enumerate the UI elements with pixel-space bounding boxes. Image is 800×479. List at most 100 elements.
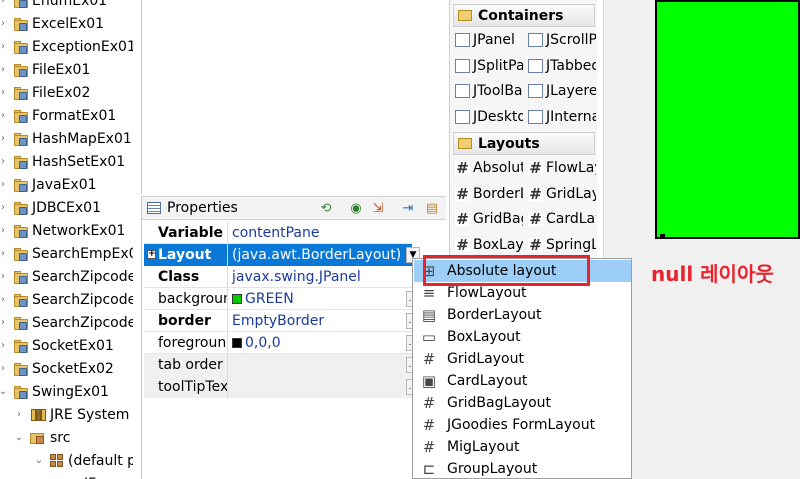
layout-option[interactable]: # MigLayout	[414, 436, 631, 458]
palette-item[interactable]: #CardLayout	[528, 208, 596, 230]
property-row[interactable]: border EmptyBorder	[144, 309, 412, 332]
tree-project-item[interactable]: › ExcelEx01	[0, 12, 104, 35]
palette-item[interactable]: #SpringLayout	[528, 234, 596, 256]
tree-project-item[interactable]: › FileEx01	[0, 58, 90, 81]
property-value[interactable]: EmptyBorder	[228, 310, 412, 332]
tree-project-item[interactable]: › SocketEx02	[0, 357, 114, 380]
chevron-right-icon[interactable]: ›	[0, 133, 10, 144]
tree-project-item[interactable]: › SearchEmpEx01	[0, 242, 133, 265]
chevron-down-icon[interactable]: ⌄	[0, 386, 10, 397]
chevron-right-icon[interactable]: ›	[0, 294, 10, 305]
chevron-right-icon[interactable]: ›	[0, 64, 10, 75]
tree-item-label: NetworkEx01	[32, 222, 126, 239]
design-canvas[interactable]	[141, 0, 445, 194]
chevron-right-icon[interactable]: ›	[0, 0, 10, 6]
palette-item[interactable]: JTabbedPane	[528, 55, 596, 77]
tree-project-item[interactable]: › EnumEx01	[0, 0, 107, 12]
tree-project-item[interactable]: › FormatEx01	[0, 104, 116, 127]
property-row[interactable]: background GREEN	[144, 287, 412, 310]
tree-project-item[interactable]: ⌄ SwingEx01	[0, 380, 109, 403]
property-row[interactable]: Class javax.swing.JPanel	[144, 265, 412, 288]
show-advanced-icon[interactable]: ⇲	[370, 202, 386, 216]
frame-preview-green-panel[interactable]	[655, 0, 800, 239]
tree-project-item[interactable]: › SearchZipcodeEx01	[0, 265, 133, 288]
layout-option[interactable]: # GridLayout	[414, 348, 631, 370]
property-row[interactable]: + Layout (java.awt.BorderLayout)	[144, 243, 412, 266]
palette-item[interactable]: #GridLayout	[528, 183, 596, 205]
chevron-right-icon[interactable]: ›	[0, 156, 10, 167]
tree-project-item[interactable]: › NetworkEx01	[0, 219, 125, 242]
tree-project-item[interactable]: › HashSetEx01	[0, 150, 125, 173]
resize-handle[interactable]	[660, 234, 665, 239]
tree-project-item[interactable]: › JavaEx01	[0, 173, 97, 196]
palette-item[interactable]: #FlowLayout	[528, 157, 596, 179]
property-value[interactable]: contentPane	[228, 222, 412, 244]
palette-item[interactable]: JScrollPane	[528, 29, 596, 51]
chevron-right-icon[interactable]: ›	[0, 248, 10, 259]
property-row[interactable]: tab order	[144, 353, 412, 376]
chevron-right-icon[interactable]: ›	[0, 271, 10, 282]
palette-category-containers[interactable]: Containers	[453, 4, 595, 27]
show-events-icon[interactable]: ⟲	[318, 202, 334, 216]
palette-item[interactable]: JInternalFrame	[528, 106, 596, 128]
property-value[interactable]: 0,0,0	[228, 332, 412, 354]
chevron-right-icon[interactable]: ›	[0, 110, 10, 121]
palette-item[interactable]: JToolBar	[455, 80, 523, 102]
chevron-right-icon[interactable]: ›	[0, 179, 10, 190]
chevron-right-icon[interactable]: ›	[0, 202, 10, 213]
palette-item[interactable]: #Absolute layout	[455, 157, 523, 179]
layout-option[interactable]: ⊏ GroupLayout	[414, 458, 631, 479]
tree-project-item[interactable]: › SocketEx01	[0, 334, 114, 357]
tree-item-jre[interactable]: › JRE System Library	[12, 403, 133, 426]
property-value[interactable]: GREEN	[228, 288, 412, 310]
property-row[interactable]: Variable contentPane	[144, 221, 412, 244]
property-value[interactable]: (java.awt.BorderLayout)	[228, 243, 412, 266]
tree-project-item[interactable]: › HashMapEx01	[0, 127, 132, 150]
property-value[interactable]: javax.swing.JPanel	[228, 266, 412, 288]
chevron-right-icon[interactable]: ›	[0, 18, 10, 29]
palette-item[interactable]: JLayeredPane	[528, 80, 596, 102]
chevron-right-icon[interactable]: ›	[0, 41, 10, 52]
palette-item[interactable]: #BorderLayout	[455, 183, 523, 205]
tree-item-label: FormatEx01	[32, 107, 117, 124]
layout-option[interactable]: # GridBagLayout	[414, 392, 631, 414]
chevron-down-icon[interactable]: ⌄	[12, 432, 26, 443]
layout-dropdown-list[interactable]: ⊞ Absolute layout ≡ FlowLayout ▤ BorderLayout…	[412, 258, 632, 479]
goto-definition-icon[interactable]: ◉	[348, 202, 364, 216]
tree-project-item[interactable]: › SearchZipcodeEx03	[0, 311, 133, 334]
property-value[interactable]	[228, 375, 412, 398]
property-value[interactable]	[228, 353, 412, 376]
property-row[interactable]: foreground 0,0,0	[144, 331, 412, 354]
tree-item-default-package[interactable]: ⌄ (default package)	[32, 449, 133, 472]
palette-item[interactable]: #BoxLayout	[455, 234, 523, 256]
layout-option[interactable]: ▭ BoxLayout	[414, 326, 631, 348]
chevron-right-icon[interactable]: ›	[0, 87, 10, 98]
layout-option[interactable]: # JGoodies FormLayout	[414, 414, 631, 436]
palette-item[interactable]: JDesktopPane	[455, 106, 523, 128]
chevron-right-icon[interactable]: ›	[0, 317, 10, 328]
tree-project-item[interactable]: › JDBCEx01	[0, 196, 101, 219]
palette-item[interactable]: JPanel	[455, 29, 523, 51]
chevron-down-icon[interactable]: ⌄	[32, 455, 46, 466]
chevron-right-icon[interactable]: ›	[12, 409, 26, 420]
layout-option[interactable]: ▣ CardLayout	[414, 370, 631, 392]
convert-local-icon[interactable]: ⇥	[400, 202, 416, 216]
layout-option[interactable]: ▤ BorderLayout	[414, 304, 631, 326]
default-values-icon[interactable]: ▤	[424, 202, 440, 216]
palette-category-layouts[interactable]: Layouts	[453, 132, 595, 155]
tree-item-java-file[interactable]: JFrame01.java	[62, 472, 133, 479]
chevron-right-icon[interactable]: ›	[0, 340, 10, 351]
tree-project-item[interactable]: › SearchZipcodeEx02	[0, 288, 133, 311]
tree-item-src[interactable]: ⌄ src	[12, 426, 71, 449]
tree-item-label: SearchZipcodeEx02	[32, 291, 133, 308]
chevron-right-icon[interactable]: ›	[0, 363, 10, 374]
tree-project-item[interactable]: › FileEx02	[0, 81, 90, 104]
palette-item[interactable]: #GridBagLayout	[455, 208, 523, 230]
palette-item[interactable]: JSplitPane	[455, 55, 523, 77]
expand-plus-icon[interactable]: +	[147, 249, 156, 259]
property-row[interactable]: toolTipText	[144, 375, 412, 398]
palette-item-label: SpringLayout	[546, 236, 596, 253]
folder-icon	[458, 10, 472, 21]
tree-project-item[interactable]: › ExceptionEx01	[0, 35, 133, 58]
chevron-right-icon[interactable]: ›	[0, 225, 10, 236]
